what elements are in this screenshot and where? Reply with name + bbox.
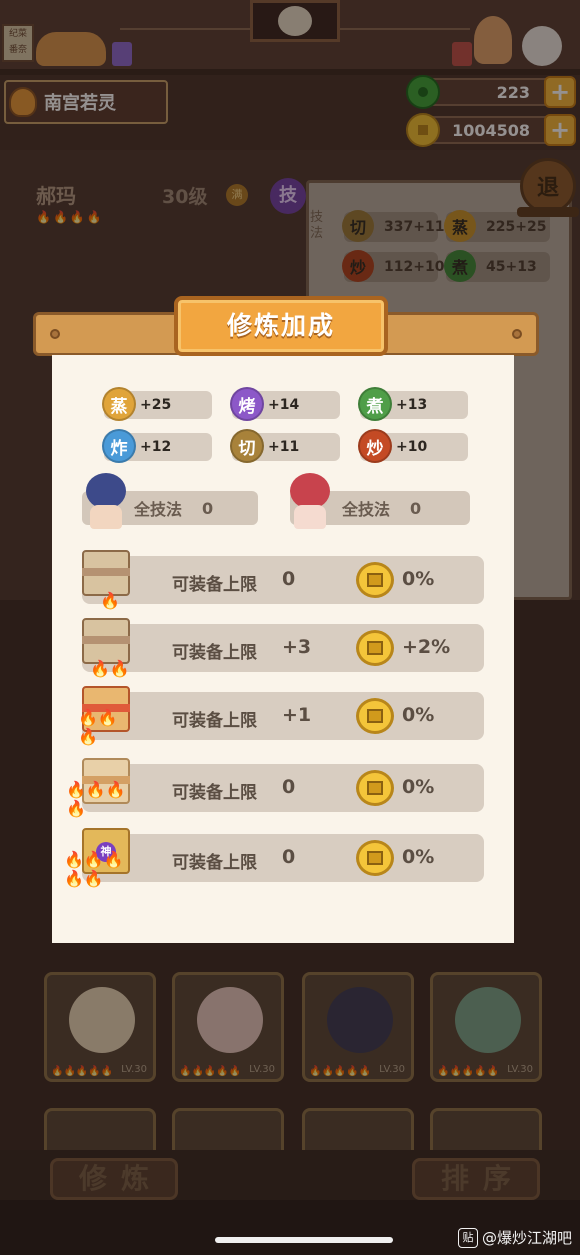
recipe-book-4-icon: 🔥🔥🔥🔥 [66, 758, 134, 818]
chibi-head [290, 473, 330, 509]
book-band [82, 636, 130, 644]
equip-limit-label: 可装备上限 [172, 643, 257, 663]
dialog-title: 修炼加成 [174, 296, 388, 356]
stat-roast: 烤 +14 [230, 387, 340, 421]
equip-limit-row: 神 🔥🔥🔥🔥🔥 可装备上限 0 0% [64, 828, 484, 888]
flame-icon: 🔥🔥 [90, 659, 130, 678]
equip-limit-label: 可装备上限 [172, 783, 257, 803]
stat-value: +14 [268, 397, 300, 413]
equip-limit-label: 可装备上限 [172, 575, 257, 595]
coin-bonus-percent: 0% [402, 704, 435, 726]
coin-bonus-percent: 0% [402, 776, 435, 798]
stat-value: +25 [140, 397, 172, 413]
coin-bonus-percent: 0% [402, 846, 435, 868]
stat-fry: 炸 +12 [102, 429, 212, 463]
equip-limit-label: 可装备上限 [172, 853, 257, 873]
chibi-girl-avatar [282, 469, 336, 531]
all-skills-label: 全技法 [134, 500, 183, 519]
equip-limit-value: 0 [282, 776, 296, 798]
equip-limit-value: +1 [282, 704, 312, 726]
all-skills-label: 全技法 [342, 500, 391, 519]
book-band [82, 568, 130, 576]
coin-icon [356, 840, 394, 876]
pin-icon [50, 329, 60, 339]
stat-stirfry: 炒 +10 [358, 429, 468, 463]
roast-icon: 烤 [230, 387, 264, 421]
recipe-book-5-icon: 神 🔥🔥🔥🔥🔥 [64, 828, 134, 888]
recipe-book-3-icon: 🔥🔥🔥 [78, 686, 134, 746]
stirfry-icon: 炒 [358, 429, 392, 463]
coin-icon [356, 630, 394, 666]
stat-cut: 切 +11 [230, 429, 340, 463]
chibi-head [86, 473, 126, 509]
equip-limit-label: 可装备上限 [172, 711, 257, 731]
flame-icon: 🔥🔥🔥🔥🔥 [64, 850, 124, 888]
fry-icon: 炸 [102, 429, 136, 463]
stat-value: +10 [396, 439, 428, 455]
watermark-text: @爆炒江湖吧 [481, 1229, 572, 1247]
stat-value: +12 [140, 439, 172, 455]
equip-limit-value: 0 [282, 846, 296, 868]
flame-icon: 🔥🔥🔥🔥 [66, 780, 126, 818]
coin-bonus-percent: 0% [402, 568, 435, 590]
flame-icon: 🔥 [100, 591, 120, 610]
equip-limit-row: 🔥 可装备上限 0 0% [82, 550, 484, 610]
flame-icon: 🔥🔥🔥 [78, 708, 118, 746]
steam-icon: 蒸 [102, 387, 136, 421]
coin-icon [356, 562, 394, 598]
equip-limit-value: +3 [282, 636, 312, 658]
stat-steam: 蒸 +25 [102, 387, 212, 421]
stat-value: +13 [396, 397, 428, 413]
recipe-book-1-icon: 🔥 [78, 550, 134, 610]
chibi-boy-avatar [78, 469, 132, 531]
pin-icon [512, 329, 522, 339]
equip-limit-row: 🔥🔥 可装备上限 +3 +2% [82, 618, 484, 678]
coin-icon [356, 770, 394, 806]
coin-bonus-percent: +2% [402, 636, 451, 658]
coin-icon [356, 698, 394, 734]
watermark: 贴 @爆炒江湖吧 [457, 1227, 572, 1248]
equip-limit-row: 🔥🔥🔥🔥 可装备上限 0 0% [66, 758, 484, 818]
equip-limit-value: 0 [282, 568, 296, 590]
chibi-body [90, 505, 122, 529]
all-skills-value: 0 [202, 498, 214, 518]
all-skills-value: 0 [410, 498, 422, 518]
stat-value: +11 [268, 439, 300, 455]
cut-icon: 切 [230, 429, 264, 463]
home-indicator[interactable] [215, 1237, 393, 1243]
tieba-icon: 贴 [457, 1227, 478, 1248]
chibi-body [294, 505, 326, 529]
stat-boil: 煮 +13 [358, 387, 468, 421]
recipe-book-2-icon: 🔥🔥 [78, 618, 134, 678]
equip-limit-row: 🔥🔥🔥 可装备上限 +1 0% [78, 686, 484, 746]
boil-icon: 煮 [358, 387, 392, 421]
